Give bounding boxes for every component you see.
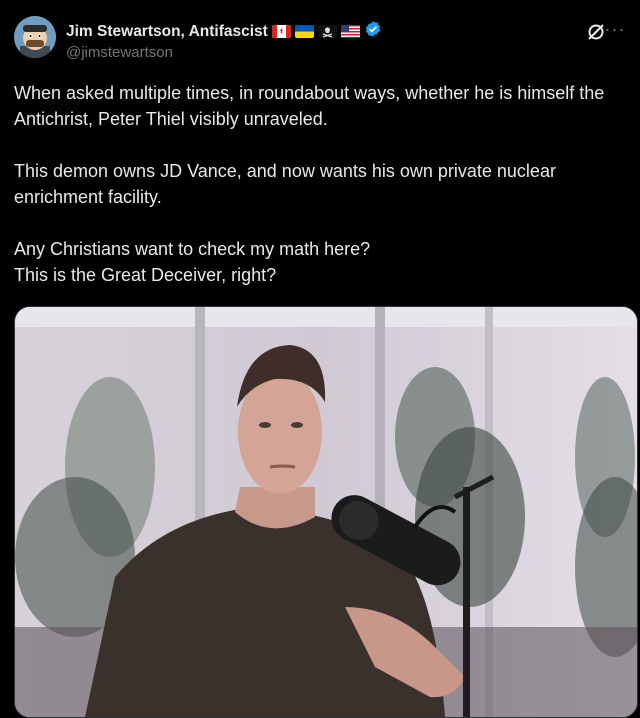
tweet-text: When asked multiple times, in roundabout… (14, 80, 626, 288)
verified-badge-icon[interactable] (364, 20, 382, 43)
name-row: Jim Stewartson, Antifascist (66, 20, 382, 43)
display-name[interactable]: Jim Stewartson, Antifascist (66, 23, 268, 41)
tweet-header: Jim Stewartson, Antifascist @jimstewarts… (14, 14, 626, 66)
pirate-flag-icon (317, 25, 337, 38)
more-options-icon[interactable]: ··· (604, 20, 626, 42)
usa-flag-icon (340, 25, 360, 38)
ukraine-flag-icon (294, 25, 314, 38)
video-still-image (15, 307, 637, 717)
tweet-paragraph: When asked multiple times, in roundabout… (14, 83, 605, 129)
avatar[interactable] (14, 16, 56, 58)
tweet-media-video[interactable] (14, 306, 638, 718)
author-handle[interactable]: @jimstewartson (66, 44, 173, 61)
tweet-paragraph: This demon owns JD Vance, and now wants … (14, 161, 556, 207)
tweet-paragraph: Any Christians want to check my math her… (14, 239, 371, 259)
grok-icon[interactable] (586, 22, 606, 42)
tweet-paragraph: This is the Great Deceiver, right? (14, 265, 277, 285)
canada-flag-icon (271, 25, 291, 38)
cartoon-avatar-icon (14, 16, 56, 58)
